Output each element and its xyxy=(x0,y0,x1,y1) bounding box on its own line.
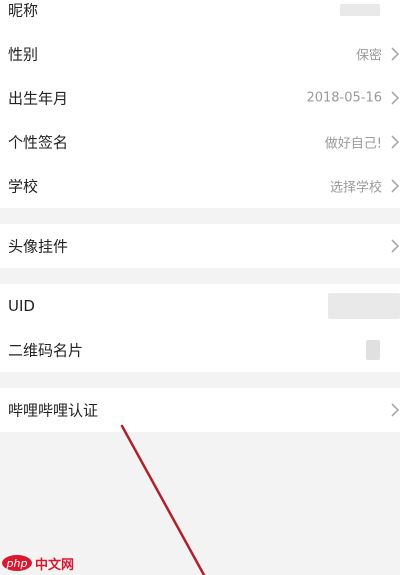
php-logo: php xyxy=(2,555,32,571)
watermark-text: 中文网 xyxy=(35,557,75,573)
site-watermark: php 中文网 xyxy=(2,553,74,573)
annotation-arrow-line xyxy=(120,424,206,575)
